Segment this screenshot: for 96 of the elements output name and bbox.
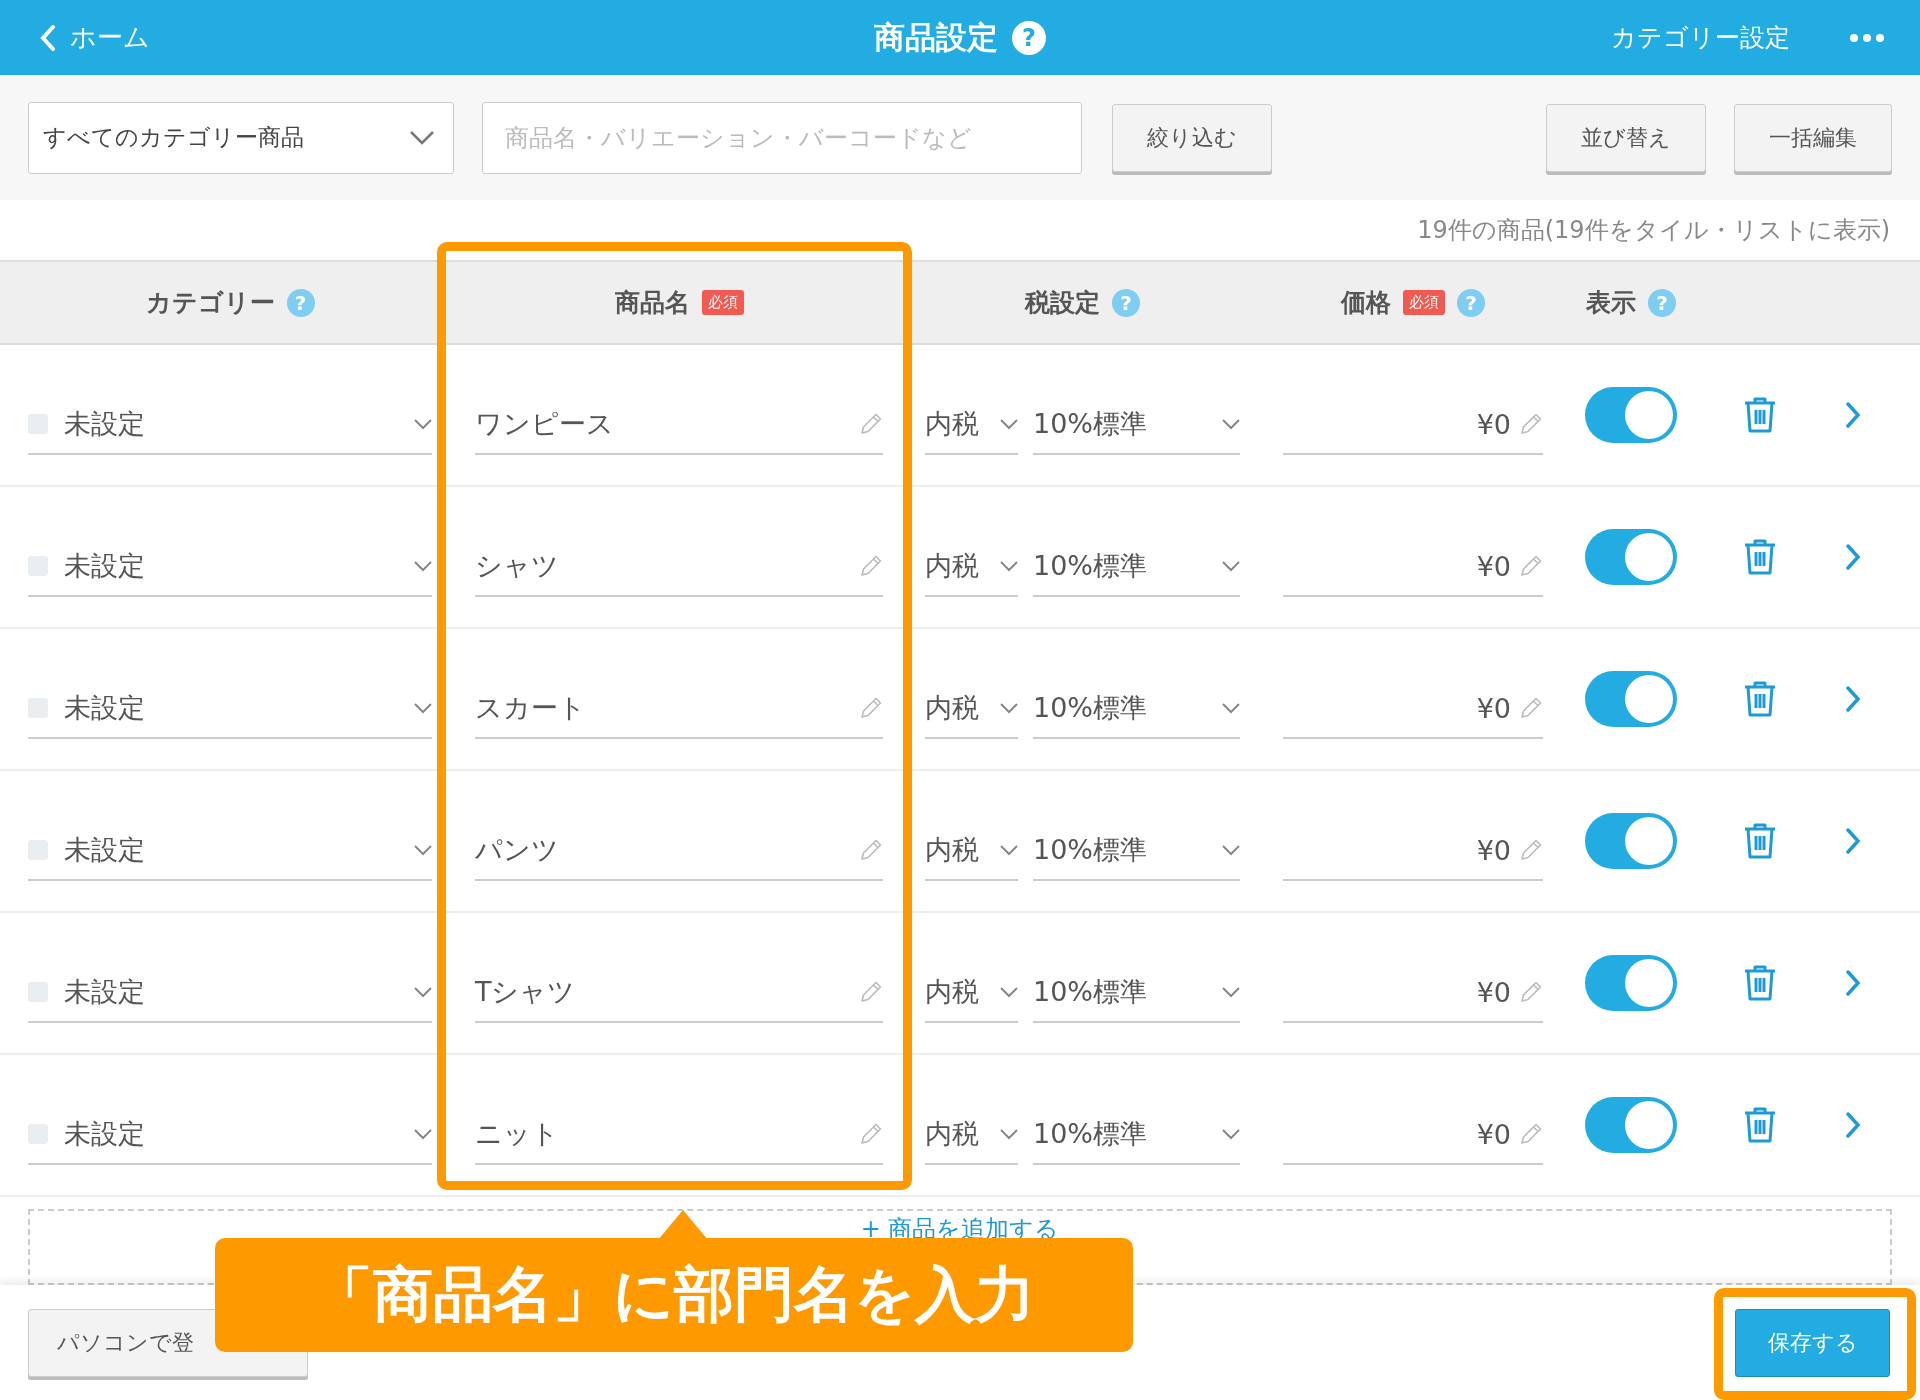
column-header: 商品名 [614, 287, 690, 319]
tax-rate-select[interactable]: 10%標準 [1033, 832, 1214, 868]
chevron-down-icon [1000, 418, 1018, 430]
chevron-down-icon [409, 129, 435, 146]
tax-type-select[interactable]: 内税 [925, 1116, 992, 1152]
pencil-icon [1519, 838, 1543, 862]
product-name-field[interactable]: スカート [475, 690, 851, 726]
chevron-down-icon [1222, 702, 1240, 714]
tax-type-select[interactable]: 内税 [925, 406, 992, 442]
pencil-icon [1519, 696, 1543, 720]
price-field[interactable]: ¥0 [1283, 976, 1511, 1008]
chevron-down-icon [414, 1128, 432, 1140]
category-dropdown[interactable]: すべてのカテゴリー商品 [28, 101, 454, 174]
category-select[interactable]: 未設定 [64, 1116, 406, 1152]
page-title: 商品設定 [874, 17, 998, 57]
visibility-toggle[interactable] [1585, 1097, 1677, 1153]
pencil-icon [1519, 1122, 1543, 1146]
back-icon [40, 24, 56, 51]
tax-rate-select[interactable]: 10%標準 [1033, 690, 1214, 726]
chevron-down-icon [1222, 1128, 1240, 1140]
tax-rate-select[interactable]: 10%標準 [1033, 974, 1214, 1010]
visibility-toggle[interactable] [1585, 813, 1677, 869]
chevron-down-icon [1222, 560, 1240, 572]
chevron-right-icon[interactable] [1845, 970, 1861, 996]
chevron-right-icon[interactable] [1845, 544, 1861, 570]
pencil-icon [859, 1122, 883, 1146]
tax-rate-select[interactable]: 10%標準 [1033, 1116, 1214, 1152]
tax-rate-select[interactable]: 10%標準 [1033, 406, 1214, 442]
chevron-right-icon[interactable] [1845, 686, 1861, 712]
visibility-toggle[interactable] [1585, 955, 1677, 1011]
pencil-icon [859, 696, 883, 720]
column-header: カテゴリー [145, 287, 275, 319]
pencil-icon [859, 980, 883, 1004]
category-select[interactable]: 未設定 [64, 974, 406, 1010]
chevron-down-icon [1000, 1128, 1018, 1140]
visibility-toggle[interactable] [1585, 529, 1677, 585]
chevron-down-icon [414, 986, 432, 998]
chevron-down-icon [1222, 844, 1240, 856]
required-badge: 必須 [1403, 290, 1445, 315]
tax-type-select[interactable]: 内税 [925, 690, 992, 726]
product-name-field[interactable]: パンツ [475, 832, 851, 868]
chevron-down-icon [414, 418, 432, 430]
filter-button[interactable]: 絞り込む [1112, 103, 1272, 172]
chevron-down-icon [1000, 560, 1018, 572]
sort-button[interactable]: 並び替え [1546, 103, 1706, 172]
visibility-toggle[interactable] [1585, 671, 1677, 727]
chevron-down-icon [1000, 702, 1018, 714]
tax-type-select[interactable]: 内税 [925, 548, 992, 584]
pencil-icon [859, 412, 883, 436]
trash-icon[interactable] [1743, 964, 1777, 1002]
category-select[interactable]: 未設定 [64, 690, 406, 726]
trash-icon[interactable] [1743, 680, 1777, 718]
price-field[interactable]: ¥0 [1283, 834, 1511, 866]
trash-icon[interactable] [1743, 1106, 1777, 1144]
trash-icon[interactable] [1743, 396, 1777, 434]
tax-type-select[interactable]: 内税 [925, 974, 992, 1010]
pencil-icon [859, 838, 883, 862]
product-name-field[interactable]: ニット [475, 1116, 851, 1152]
product-name-field[interactable]: Tシャツ [475, 974, 851, 1010]
product-name-field[interactable]: シャツ [475, 548, 851, 584]
chevron-right-icon[interactable] [1845, 402, 1861, 428]
pencil-icon [1519, 980, 1543, 1004]
product-count: 19件の商品(19件をタイル・リストに表示) [1417, 215, 1890, 246]
price-field[interactable]: ¥0 [1283, 408, 1511, 440]
column-header: 表示 [1586, 287, 1636, 319]
chevron-down-icon [414, 560, 432, 572]
search-field[interactable]: 商品名・バリエーション・バーコードなど [482, 101, 1082, 174]
price-field[interactable]: ¥0 [1283, 692, 1511, 724]
visibility-toggle[interactable] [1585, 387, 1677, 443]
chevron-down-icon [1222, 986, 1240, 998]
pencil-icon [1519, 554, 1543, 578]
product-name-field[interactable]: ワンピース [475, 406, 851, 442]
category-select[interactable]: 未設定 [64, 548, 406, 584]
tax-rate-select[interactable]: 10%標準 [1033, 548, 1214, 584]
chevron-down-icon [414, 844, 432, 856]
chevron-right-icon[interactable] [1845, 1112, 1861, 1138]
price-field[interactable]: ¥0 [1283, 550, 1511, 582]
pencil-icon [1519, 412, 1543, 436]
price-field[interactable]: ¥0 [1283, 1118, 1511, 1150]
trash-icon[interactable] [1743, 822, 1777, 860]
category-select[interactable]: 未設定 [64, 832, 406, 868]
chevron-down-icon [1222, 418, 1240, 430]
trash-icon[interactable] [1743, 538, 1777, 576]
callout-tooltip: 「商品名」に部門名を入力 [215, 1238, 1133, 1352]
category-select[interactable]: 未設定 [64, 406, 406, 442]
chevron-down-icon [1000, 844, 1018, 856]
more-icon[interactable] [1850, 33, 1884, 42]
column-header: 税設定 [1025, 287, 1100, 319]
pencil-icon [859, 554, 883, 578]
chevron-down-icon [1000, 986, 1018, 998]
chevron-right-icon[interactable] [1845, 828, 1861, 854]
chevron-down-icon [414, 702, 432, 714]
required-badge: 必須 [701, 290, 744, 315]
tax-type-select[interactable]: 内税 [925, 832, 992, 868]
bulk-edit-button[interactable]: 一括編集 [1734, 103, 1892, 172]
column-header: 価格 [1341, 287, 1391, 319]
